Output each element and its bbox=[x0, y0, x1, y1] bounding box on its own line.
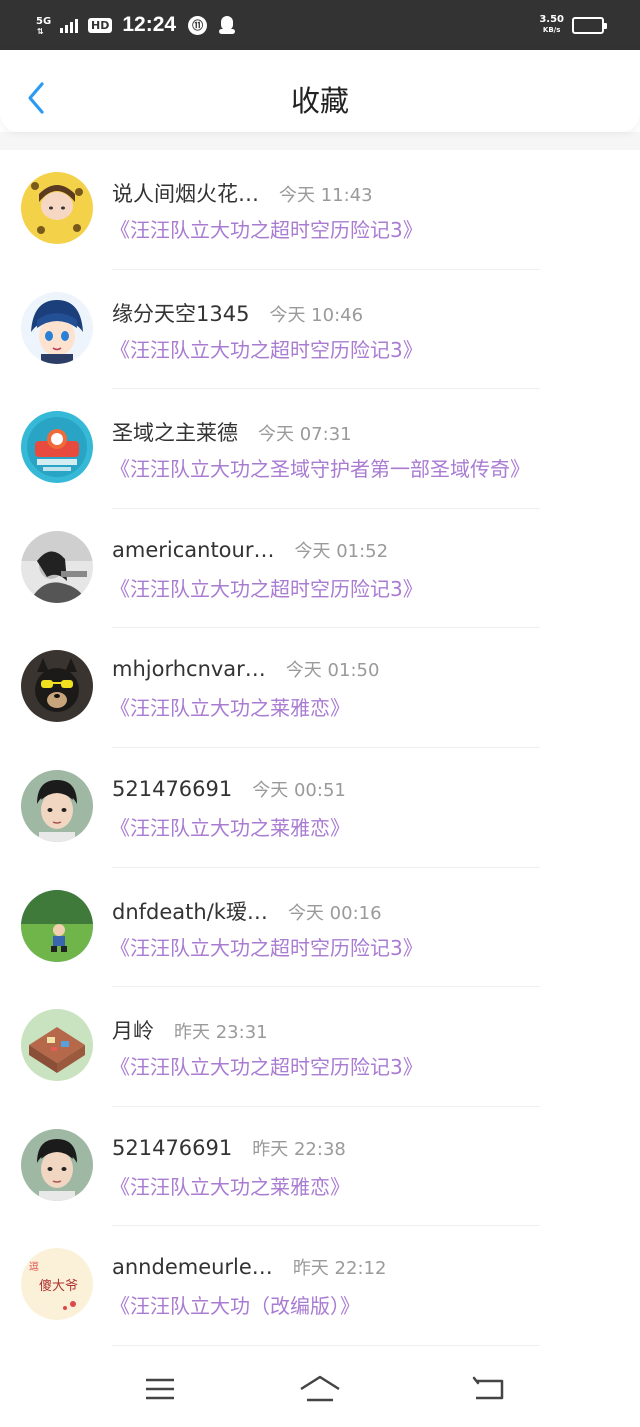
return-icon bbox=[472, 1376, 504, 1400]
favorite-item[interactable]: 说人间烟火花… 今天 11:43 《汪汪队立大功之超时空历险记3》 bbox=[0, 150, 640, 270]
user-name[interactable]: 缘分天空1345 bbox=[112, 298, 249, 328]
favorite-item[interactable]: mhjorhcnvar… 今天 01:50 《汪汪队立大功之莱雅恋》 bbox=[0, 628, 640, 748]
back-nav-button[interactable] bbox=[470, 1370, 510, 1410]
favorite-time: 昨天 23:31 bbox=[174, 1022, 268, 1044]
menu-button[interactable] bbox=[140, 1370, 180, 1410]
favorite-time: 今天 00:16 bbox=[287, 902, 382, 924]
network-speed: 3.50 KB/s bbox=[539, 14, 564, 35]
user-avatar[interactable] bbox=[21, 769, 93, 842]
favorite-meta: americantour… 今天 01:52 bbox=[112, 537, 388, 563]
favorite-time: 今天 01:50 bbox=[285, 660, 380, 682]
avatar-image bbox=[21, 291, 93, 364]
user-avatar[interactable] bbox=[21, 1009, 93, 1082]
avatar-image bbox=[21, 769, 93, 842]
user-avatar[interactable] bbox=[21, 889, 93, 962]
header-divider bbox=[0, 132, 640, 150]
avatar-image bbox=[21, 172, 93, 244]
home-icon bbox=[300, 1375, 340, 1402]
user-avatar[interactable] bbox=[21, 1128, 93, 1201]
favorite-meta: 521476691 昨天 22:38 bbox=[112, 1135, 346, 1161]
home-button[interactable] bbox=[298, 1370, 342, 1410]
favorite-time: 今天 07:31 bbox=[258, 424, 352, 446]
status-bar: 5G ⇅ HD 12:24 ⑪ 3.50 KB/s 83 bbox=[0, 0, 640, 50]
favorite-meta: dnfdeath/k瑷… 今天 00:16 bbox=[112, 896, 382, 926]
favorite-time: 今天 11:43 bbox=[279, 185, 373, 206]
favorite-meta: 月岭 昨天 23:31 bbox=[112, 1015, 268, 1045]
system-nav-bar bbox=[0, 1352, 640, 1427]
story-title-link[interactable]: 《汪汪队立大功之超时空历险记3》 bbox=[110, 214, 423, 243]
avatar-image: 逗傻大爷 bbox=[21, 1248, 93, 1321]
nfc-icon: ⑪ bbox=[188, 15, 208, 35]
favorite-item[interactable]: 圣域之主莱德 今天 07:31 《汪汪队立大功之圣域守护者第一部圣域传奇》 bbox=[0, 389, 640, 509]
page-title: 收藏 bbox=[290, 84, 349, 118]
favorite-time: 今天 01:52 bbox=[294, 540, 389, 562]
favorite-meta: 缘分天空1345 今天 10:46 bbox=[112, 298, 363, 328]
avatar-image bbox=[21, 1128, 93, 1201]
favorite-time: 昨天 22:38 bbox=[252, 1138, 346, 1160]
avatar-image bbox=[21, 889, 93, 962]
user-name[interactable]: 说人间烟火花… bbox=[112, 178, 259, 208]
favorite-item[interactable]: americantour… 今天 01:52 《汪汪队立大功之超时空历险记3》 bbox=[0, 509, 640, 629]
story-title-link[interactable]: 《汪汪队立大功（改编版）》 bbox=[110, 1290, 360, 1319]
user-name[interactable]: 圣域之主莱德 bbox=[112, 417, 238, 447]
user-name[interactable]: dnfdeath/k瑷… bbox=[112, 896, 268, 926]
favorite-meta: 521476691 今天 00:51 bbox=[112, 776, 346, 802]
favorite-time: 今天 00:51 bbox=[252, 779, 346, 801]
story-title-link[interactable]: 《汪汪队立大功之超时空历险记3》 bbox=[110, 573, 423, 602]
favorite-time: 今天 10:46 bbox=[269, 304, 364, 326]
story-title-link[interactable]: 《汪汪队立大功之超时空历险记3》 bbox=[110, 334, 423, 363]
favorite-item[interactable]: dnfdeath/k瑷… 今天 00:16 《汪汪队立大功之超时空历险记3》 bbox=[0, 868, 640, 988]
favorite-item[interactable]: 逗傻大爷 anndemeurle… 昨天 22:12 《汪汪队立大功（改编版）》 bbox=[0, 1226, 640, 1346]
favorite-item[interactable]: 缘分天空1345 今天 10:46 《汪汪队立大功之超时空历险记3》 bbox=[0, 270, 640, 390]
user-name[interactable]: mhjorhcnvar… bbox=[112, 657, 266, 681]
favorite-item[interactable]: 521476691 今天 00:51 《汪汪队立大功之莱雅恋》 bbox=[0, 748, 640, 868]
user-name[interactable]: 月岭 bbox=[112, 1015, 154, 1045]
story-title-link[interactable]: 《汪汪队立大功之莱雅恋》 bbox=[110, 1171, 350, 1200]
favorite-time: 昨天 22:12 bbox=[292, 1258, 387, 1280]
battery-icon: 83 bbox=[572, 16, 607, 34]
story-title-link[interactable]: 《汪汪队立大功之超时空历险记3》 bbox=[110, 932, 423, 961]
favorite-meta: anndemeurle… 昨天 22:12 bbox=[112, 1254, 386, 1280]
user-avatar[interactable] bbox=[21, 291, 93, 364]
user-name[interactable]: americantour… bbox=[112, 538, 274, 562]
story-title-link[interactable]: 《汪汪队立大功之莱雅恋》 bbox=[110, 692, 350, 721]
avatar-image bbox=[21, 650, 93, 723]
user-name[interactable]: anndemeurle… bbox=[112, 1255, 273, 1279]
svg-text:逗: 逗 bbox=[29, 1261, 39, 1273]
user-avatar[interactable] bbox=[21, 172, 93, 244]
menu-icon bbox=[146, 1378, 174, 1400]
user-avatar[interactable]: 逗傻大爷 bbox=[21, 1248, 93, 1321]
clock: 12:24 bbox=[122, 13, 177, 36]
favorite-meta: 说人间烟火花… 今天 11:43 bbox=[112, 178, 373, 208]
qq-icon bbox=[219, 16, 236, 34]
user-avatar[interactable] bbox=[21, 650, 93, 723]
user-name[interactable]: 521476691 bbox=[112, 1136, 232, 1160]
user-name[interactable]: 521476691 bbox=[112, 777, 232, 801]
story-title-link[interactable]: 《汪汪队立大功之圣域守护者第一部圣域传奇》 bbox=[110, 453, 530, 482]
hd-badge: HD bbox=[88, 17, 113, 33]
user-avatar[interactable] bbox=[21, 530, 93, 603]
story-title-link[interactable]: 《汪汪队立大功之超时空历险记3》 bbox=[110, 1051, 423, 1080]
avatar-image bbox=[21, 530, 93, 603]
battery-level: 83 bbox=[580, 18, 596, 32]
user-avatar[interactable] bbox=[21, 411, 93, 484]
favorite-meta: mhjorhcnvar… 今天 01:50 bbox=[112, 656, 379, 682]
favorite-item[interactable]: 月岭 昨天 23:31 《汪汪队立大功之超时空历险记3》 bbox=[0, 987, 640, 1107]
network-type: 5G bbox=[36, 16, 52, 27]
item-divider bbox=[112, 1344, 540, 1346]
story-title-link[interactable]: 《汪汪队立大功之莱雅恋》 bbox=[110, 812, 350, 841]
svg-text:傻大爷: 傻大爷 bbox=[39, 1279, 78, 1294]
favorite-meta: 圣域之主莱德 今天 07:31 bbox=[112, 417, 352, 447]
signal-icon bbox=[60, 17, 78, 33]
avatar-image bbox=[21, 411, 93, 484]
header: 收藏 bbox=[0, 50, 640, 132]
avatar-image bbox=[21, 1009, 93, 1082]
favorites-list: 说人间烟火花… 今天 11:43 《汪汪队立大功之超时空历险记3》 缘分天空1345 今… bbox=[0, 150, 640, 1346]
favorite-item[interactable]: 521476691 昨天 22:38 《汪汪队立大功之莱雅恋》 bbox=[0, 1107, 640, 1227]
network-indicator: 5G ⇅ bbox=[36, 16, 52, 37]
